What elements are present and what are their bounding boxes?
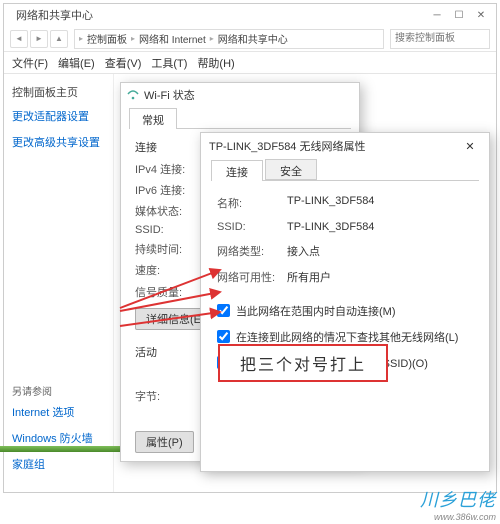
sidebar-home[interactable]: 控制面板主页 (12, 84, 105, 100)
dialog-title: Wi-Fi 状态 (144, 87, 195, 103)
look-other-networks-checkbox[interactable]: 在连接到此网络的情况下查找其他无线网络(L) (217, 329, 473, 345)
maximize-button[interactable]: ☐ (448, 5, 470, 25)
seealso-homegroup[interactable]: 家庭组 (12, 456, 93, 472)
menu-file[interactable]: 文件(F) (12, 55, 48, 71)
menu-tools[interactable]: 工具(T) (151, 55, 187, 71)
dialog-titlebar: TP-LINK_3DF584 无线网络属性 ✕ (201, 133, 489, 159)
window-controls: ─ ☐ ✕ (426, 5, 492, 25)
ipv6-label: IPv6 连接: (135, 182, 203, 198)
wireless-properties-dialog: TP-LINK_3DF584 无线网络属性 ✕ 连接 安全 名称:TP-LINK… (200, 132, 490, 472)
seealso-header: 另请参阅 (12, 383, 93, 398)
menu-help[interactable]: 帮助(H) (197, 55, 234, 71)
type-value: 接入点 (287, 243, 320, 259)
wifi-icon (127, 90, 139, 100)
chevron-right-icon: ▸ (210, 34, 214, 43)
bytes-label: 字节: (135, 388, 203, 404)
checkbox-label: 在连接到此网络的情况下查找其他无线网络(L) (236, 329, 458, 345)
avail-value: 所有用户 (287, 269, 331, 285)
forward-button[interactable]: ► (30, 30, 48, 48)
search-input[interactable] (390, 29, 490, 49)
taskbar-fragment (0, 446, 120, 452)
menu-edit[interactable]: 编辑(E) (58, 55, 95, 71)
watermark-url: www.386w.com (420, 512, 496, 522)
titlebar: 网络和共享中心 ─ ☐ ✕ (4, 4, 496, 26)
watermark: 川乡巴佬 www.386w.com (420, 486, 496, 522)
menu-view[interactable]: 查看(V) (105, 55, 142, 71)
sidebar-seealso: 另请参阅 Internet 选项 Windows 防火墙 家庭组 (12, 383, 93, 482)
dialog-title: TP-LINK_3DF584 无线网络属性 (209, 138, 365, 154)
seealso-internet-options[interactable]: Internet 选项 (12, 404, 93, 420)
tab-security[interactable]: 安全 (265, 159, 317, 180)
chevron-right-icon: ▸ (131, 34, 135, 43)
menubar: 文件(F) 编辑(E) 查看(V) 工具(T) 帮助(H) (4, 52, 496, 74)
duration-label: 持续时间: (135, 241, 203, 257)
sidebar: 控制面板主页 更改适配器设置 更改高级共享设置 另请参阅 Internet 选项… (4, 74, 114, 492)
sidebar-sharing-link[interactable]: 更改高级共享设置 (12, 134, 105, 150)
nav-buttons: ◄ ► ▲ (10, 30, 68, 48)
auto-connect-checkbox[interactable]: 当此网络在范围内时自动连接(M) (217, 303, 473, 319)
ipv4-label: IPv4 连接: (135, 161, 203, 177)
tab-connection[interactable]: 连接 (211, 160, 263, 181)
tabs: 连接 安全 (211, 159, 479, 181)
checkbox-label: 当此网络在范围内时自动连接(M) (236, 303, 396, 319)
close-button[interactable]: ✕ (470, 5, 492, 25)
dialog-titlebar: Wi-Fi 状态 (121, 83, 359, 107)
ssid-value: TP-LINK_3DF584 (287, 221, 374, 233)
breadcrumb[interactable]: ▸ 控制面板 ▸ 网络和 Internet ▸ 网络和共享中心 (74, 29, 384, 49)
breadcrumb-seg[interactable]: 控制面板 (87, 31, 127, 46)
ssid-label: SSID: (135, 224, 203, 236)
properties-button[interactable]: 属性(P) (135, 431, 194, 453)
ssid-label: SSID: (217, 221, 287, 233)
checkbox-input[interactable] (217, 330, 230, 343)
name-label: 名称: (217, 195, 287, 211)
watermark-brand: 川乡巴佬 (420, 490, 496, 510)
seealso-firewall[interactable]: Windows 防火墙 (12, 430, 93, 446)
signal-label: 信号质量: (135, 284, 203, 300)
name-value: TP-LINK_3DF584 (287, 195, 374, 211)
sidebar-adapter-link[interactable]: 更改适配器设置 (12, 108, 105, 124)
breadcrumb-seg[interactable]: 网络和共享中心 (218, 31, 288, 46)
media-label: 媒体状态: (135, 203, 203, 219)
window-title: 网络和共享中心 (8, 7, 426, 23)
checkbox-input[interactable] (217, 304, 230, 317)
close-button[interactable]: ✕ (459, 136, 481, 156)
breadcrumb-seg[interactable]: 网络和 Internet (139, 31, 206, 46)
type-label: 网络类型: (217, 243, 287, 259)
tabs: 常规 (129, 107, 351, 129)
address-bar: ◄ ► ▲ ▸ 控制面板 ▸ 网络和 Internet ▸ 网络和共享中心 (4, 26, 496, 52)
tab-general[interactable]: 常规 (129, 108, 177, 129)
up-button[interactable]: ▲ (50, 30, 68, 48)
minimize-button[interactable]: ─ (426, 5, 448, 25)
chevron-right-icon: ▸ (79, 34, 83, 43)
annotation-text: 把三个对号打上 (218, 344, 388, 382)
speed-label: 速度: (135, 262, 203, 278)
back-button[interactable]: ◄ (10, 30, 28, 48)
avail-label: 网络可用性: (217, 269, 287, 285)
